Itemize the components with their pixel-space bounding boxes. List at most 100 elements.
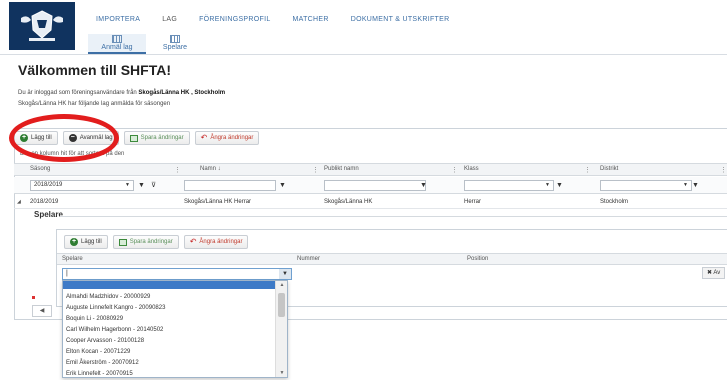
list-item[interactable]: Emil Åkerström - 20070912 [63,358,275,369]
column-menu-icon[interactable]: ⋮ [584,166,591,174]
list-item[interactable]: Boquin Li - 20080929 [63,314,275,325]
list-item[interactable]: Almahdi Madzhidov - 20000929 [63,292,275,303]
chevron-down-icon[interactable]: ▼ [279,269,291,279]
column-menu-icon[interactable]: ⋮ [720,166,727,174]
undo-icon: ↶ [189,237,197,246]
column-player[interactable]: Spelare [62,256,83,262]
season-filter-value: 2018/2019 [34,182,63,188]
grid-icon [170,35,180,43]
filter-icon[interactable]: ▼ [278,180,287,191]
filter-icon[interactable]: ▼ [419,180,428,191]
minus-icon: − [68,134,77,142]
undo-players-button[interactable]: ↶ Ångra ändringar [183,235,249,249]
collapse-icon[interactable]: ◢ [17,199,21,205]
save-players-label: Spara ändringar [129,239,173,245]
scroll-up-icon[interactable]: ▲ [276,282,288,288]
plus-icon: + [70,238,78,246]
scrollbar-thumb[interactable] [278,293,285,317]
list-item[interactable]: Carl Wilhelm Hagerbonn - 20140502 [63,325,275,336]
page-title: Välkommen till SHFTA! [18,62,171,78]
undo-icon: ↶ [200,133,208,142]
cell-public-name: Skogås/Länna HK [324,199,373,205]
column-class[interactable]: Klass [464,166,479,172]
column-menu-icon[interactable]: ⋮ [312,166,319,174]
scroll-down-icon[interactable]: ▼ [276,370,288,376]
grid-icon [112,35,122,43]
table-row[interactable]: ◢ 2018/2019 Skogås/Länna HK Herrar Skogå… [14,196,727,209]
nav-importera[interactable]: IMPORTERA [96,16,140,23]
pager-prev-button[interactable]: ◀ [32,305,52,317]
district-filter-select[interactable]: ▼ [600,180,692,191]
cell-class: Herrar [464,199,482,205]
filter-icon[interactable]: ▼ [691,180,700,191]
header-divider [0,54,727,55]
players-toolbar: + Lägg till Spara ändringar ↶ Ångra ändr… [64,235,249,249]
dropdown-options: Almahdi Madzhidov - 20000929 Auguste Lin… [63,292,275,380]
list-item[interactable]: Auguste Linnefelt Kangro - 20090823 [63,303,275,314]
class-filter-select[interactable]: ▼ [464,180,554,191]
sub-nav: Anmäl lag Spelare [88,34,204,54]
group-by-hint: Dra en kolumn hit för att sortera på den [20,151,125,157]
undo-button[interactable]: ↶ Ångra ändringar [194,131,260,145]
grid-filter-row: 2018/2019 ▼ ▼ ⊽ ▼ ▼ ▼ ▼ ▼ ▼ [14,177,727,194]
nav-lag[interactable]: LAG [162,16,177,23]
save-button[interactable]: Spara ändringar [123,131,190,145]
list-item[interactable]: Cooper Arvasson - 20100128 [63,336,275,347]
undo-players-label: Ångra ändringar [199,239,243,245]
tab-spelare[interactable]: Spelare [146,34,204,54]
chevron-down-icon: ▼ [125,182,130,188]
filter-icon[interactable]: ▼ [137,180,146,191]
save-icon [129,134,138,142]
tab-anmal-lag-label: Anmäl lag [101,44,133,51]
unregister-button-label: Avanmäl lag [79,135,113,141]
player-dropdown-list: Almahdi Madzhidov - 20000929 Auguste Lin… [62,280,288,378]
cell-district: Stockholm [600,199,629,205]
crest-icon [21,10,63,41]
name-filter-input[interactable] [184,180,276,191]
top-header: IMPORTERA LAG FÖRENINGSPROFIL MATCHER DO… [0,0,727,54]
detail-divider [60,216,727,217]
column-position[interactable]: Position [467,256,488,262]
nav-matcher[interactable]: MATCHER [293,16,329,23]
shfta-logo[interactable] [9,2,75,50]
nav-dokument[interactable]: DOKUMENT & UTSKRIFTER [351,16,450,23]
column-number[interactable]: Nummer [297,256,320,262]
tab-spelare-label: Spelare [162,44,188,51]
login-prefix: Du är inloggad som föreningsanvändare fr… [18,90,139,96]
tab-anmal-lag[interactable]: Anmäl lag [88,34,146,54]
add-player-button[interactable]: + Lägg till [64,235,108,249]
list-item[interactable]: Elton Kocan - 20071229 [63,347,275,358]
login-club: Skogås/Länna HK , Stockholm [138,90,226,96]
filter-icon[interactable]: ▼ [555,180,564,191]
grid-header: Säsong ⋮ Namn ↓ ⋮ Publikt namn ⋮ Klass ⋮… [14,163,727,176]
save-icon [118,238,127,246]
season-filter-select[interactable]: 2018/2019 ▼ [30,180,134,191]
column-district[interactable]: Distrikt [600,166,618,172]
column-name[interactable]: Namn ↓ [200,166,221,172]
dropdown-scrollbar[interactable]: ▲ ▼ [275,281,287,377]
error-marker [32,296,35,299]
detail-title: Spelare [34,210,63,219]
list-item[interactable]: Erik Linnefelt - 20070915 [63,369,275,380]
add-button-label: Lägg till [31,135,52,141]
column-menu-icon[interactable]: ⋮ [451,166,458,174]
unregister-team-button[interactable]: − Avanmäl lag [62,131,119,145]
player-select[interactable]: | ▼ [62,268,292,280]
text-cursor: | [66,270,68,277]
main-nav: IMPORTERA LAG FÖRENINGSPROFIL MATCHER DO… [96,16,471,23]
cancel-edit-button[interactable]: ✖ Av [702,267,726,279]
add-button[interactable]: + Lägg till [14,131,58,145]
column-season[interactable]: Säsong [30,166,50,172]
column-public-name[interactable]: Publikt namn [324,166,359,172]
column-menu-icon[interactable]: ⋮ [174,166,181,174]
filter-clear-icon[interactable]: ⊽ [149,180,158,191]
nav-foreningsprofil[interactable]: FÖRENINGSPROFIL [199,16,270,23]
add-player-label: Lägg till [81,239,102,245]
cell-season: 2018/2019 [30,199,59,205]
public-name-filter-input[interactable] [324,180,426,191]
save-players-button[interactable]: Spara ändringar [112,235,179,249]
login-info: Du är inloggad som föreningsanvändare fr… [18,90,225,96]
undo-button-label: Ångra ändringar [210,135,254,141]
dropdown-highlight[interactable] [63,281,275,289]
grid-toolbar: + Lägg till − Avanmäl lag Spara ändringa… [14,131,260,147]
